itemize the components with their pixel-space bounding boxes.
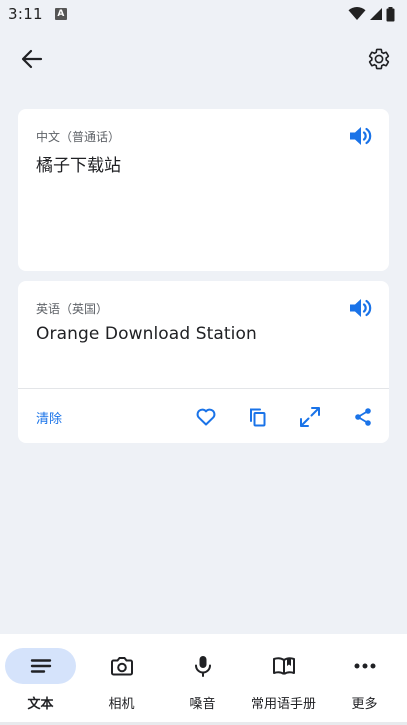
signal-icon bbox=[370, 8, 382, 20]
nav-text[interactable]: 文本 bbox=[0, 634, 81, 725]
speaker-icon bbox=[350, 127, 372, 145]
nav-camera[interactable]: 相机 bbox=[81, 634, 162, 725]
translation-card: 英语（英国） Orange Download Station 清除 bbox=[18, 281, 389, 443]
heart-icon bbox=[196, 408, 216, 426]
nav-label: 文本 bbox=[27, 697, 54, 712]
arrow-back-icon bbox=[21, 49, 43, 69]
copy-button[interactable] bbox=[244, 403, 272, 431]
source-card: 中文（普通话） 橘子下载站 bbox=[18, 109, 389, 271]
divider bbox=[18, 388, 389, 389]
text-lines-icon bbox=[30, 659, 51, 673]
status-time: 3:11 bbox=[8, 5, 43, 23]
nav-more[interactable]: 更多 bbox=[324, 634, 405, 725]
nav-label: 常用语手册 bbox=[250, 697, 316, 712]
notification-icon: A bbox=[54, 8, 67, 20]
source-language-label[interactable]: 中文（普通话） bbox=[36, 128, 120, 145]
phrasebook-icon bbox=[272, 657, 295, 675]
back-button[interactable] bbox=[14, 44, 50, 74]
wifi-icon bbox=[348, 7, 366, 20]
speaker-icon bbox=[350, 299, 372, 317]
microphone-icon bbox=[194, 656, 211, 677]
translation-text: Orange Download Station bbox=[36, 324, 257, 344]
share-icon bbox=[355, 408, 371, 426]
bottom-navigation: 文本 相机 嗓音 常用语手册 更多 bbox=[0, 634, 407, 725]
expand-icon bbox=[300, 407, 320, 427]
fullscreen-button[interactable] bbox=[296, 403, 324, 431]
status-bar: 3:11 A bbox=[0, 0, 407, 28]
settings-button[interactable] bbox=[363, 42, 395, 76]
top-bar bbox=[0, 36, 407, 82]
source-speak-button[interactable] bbox=[347, 124, 373, 148]
nav-active-indicator bbox=[5, 648, 76, 684]
nav-label: 更多 bbox=[351, 697, 378, 712]
nav-label: 相机 bbox=[108, 697, 135, 712]
target-language-label[interactable]: 英语（英国） bbox=[36, 300, 108, 317]
battery-icon bbox=[386, 6, 395, 21]
nav-voice[interactable]: 嗓音 bbox=[162, 634, 243, 725]
nav-phrasebook[interactable]: 常用语手册 bbox=[243, 634, 324, 725]
source-text[interactable]: 橘子下载站 bbox=[36, 151, 121, 176]
target-speak-button[interactable] bbox=[347, 296, 373, 320]
copy-icon bbox=[250, 408, 266, 427]
clear-button[interactable]: 清除 bbox=[36, 408, 62, 427]
camera-icon bbox=[110, 657, 133, 676]
more-dots-icon bbox=[354, 663, 375, 669]
gear-icon bbox=[368, 48, 390, 70]
favorite-button[interactable] bbox=[192, 403, 220, 431]
share-button[interactable] bbox=[349, 403, 377, 431]
nav-label: 嗓音 bbox=[189, 697, 216, 712]
status-icons bbox=[348, 6, 395, 22]
